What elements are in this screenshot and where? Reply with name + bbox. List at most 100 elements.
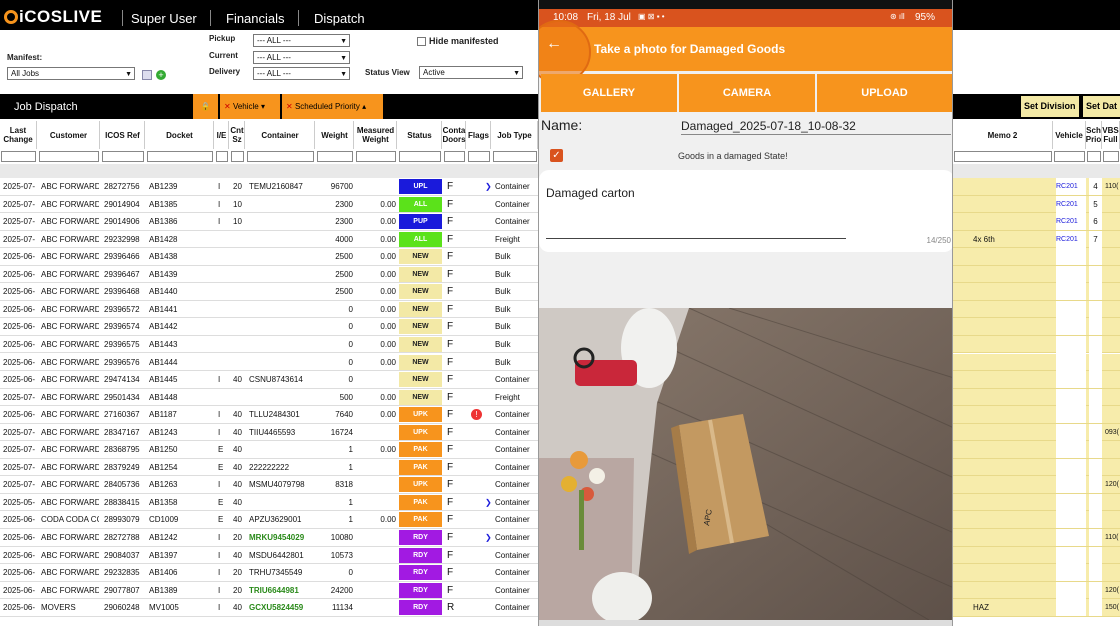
flag-arrow-icon[interactable]: ❯ — [485, 494, 492, 511]
table-row[interactable]: 2025-07- ABC FORWARDII 28272756 AB1239 I 20 TE… — [0, 178, 538, 196]
col-filter-container[interactable] — [247, 151, 314, 162]
col-header-ie[interactable]: I/E — [215, 121, 229, 149]
status-badge[interactable]: NEW — [399, 389, 442, 405]
table-row-right[interactable]: HAZ 150( — [953, 599, 1120, 617]
status-badge[interactable]: RDY — [399, 565, 442, 581]
table-row[interactable]: 2025-07- ABC FORWARDII 28379249 AB1254 E 40 22… — [0, 459, 538, 477]
col-header-vehicle[interactable]: Vehicle — [1053, 121, 1086, 149]
col-filter-ie[interactable] — [216, 151, 228, 162]
status-badge[interactable]: PAK — [399, 442, 442, 458]
col-header-last-change[interactable]: Last Change — [0, 121, 37, 149]
status-badge[interactable]: NEW — [399, 249, 442, 265]
col-header-sch-prio[interactable]: Sch Prio — [1086, 121, 1102, 149]
status-badge[interactable]: UPK — [399, 407, 442, 423]
status-badge[interactable]: ALL — [399, 196, 442, 212]
add-icon[interactable]: + — [156, 70, 166, 80]
lock-icon[interactable]: 🔒 — [193, 94, 218, 119]
table-row[interactable]: 2025-06- ABC FORWARDII 29474134 AB1445 I 40 CS… — [0, 371, 538, 389]
table-row[interactable]: 2025-06- ABC FORWARDII 27160367 AB1187 I 40 TL… — [0, 406, 538, 424]
table-row-right[interactable] — [953, 335, 1120, 354]
table-row-right[interactable]: 120( — [953, 476, 1120, 494]
table-row-right[interactable] — [953, 318, 1120, 336]
col-header-flags[interactable]: Flags — [467, 121, 491, 149]
status-badge[interactable]: PAK — [399, 512, 442, 528]
table-row-right[interactable] — [953, 371, 1120, 389]
col-filter-job-type[interactable] — [493, 151, 537, 162]
table-row-right[interactable] — [953, 546, 1120, 565]
col-filter-status[interactable] — [399, 151, 441, 162]
col-filter-sch-prio[interactable] — [1087, 151, 1101, 162]
delivery-select[interactable]: --- ALL --- ▼ — [253, 67, 350, 80]
status-badge[interactable]: PAK — [399, 459, 442, 475]
table-row-right[interactable] — [953, 248, 1120, 266]
set-date-button[interactable]: Set Dat — [1083, 96, 1120, 117]
table-row-right[interactable]: 4x 6th RC201 7 — [953, 230, 1120, 249]
table-row[interactable]: 2025-06- ABC FORWARDII 28272788 AB1242 I 20 MR… — [0, 529, 538, 547]
table-row-right[interactable]: 093( — [953, 423, 1120, 442]
col-header-weight[interactable]: Weight — [316, 121, 354, 149]
table-row[interactable]: 2025-06- ABC FORWARDII 29396575 AB1443 0 0.00… — [0, 336, 538, 354]
table-row-right[interactable] — [953, 406, 1120, 424]
col-filter-vehicle[interactable] — [1054, 151, 1085, 162]
col-header-docket[interactable]: Docket — [146, 121, 214, 149]
alert-flag-icon[interactable]: ! — [471, 406, 482, 423]
app-logo[interactable]: iCOSLIVE — [4, 7, 102, 27]
col-header-job-type[interactable]: Job Type — [492, 121, 538, 149]
status-badge[interactable]: UPK — [399, 477, 442, 493]
status-badge[interactable]: NEW — [399, 301, 442, 317]
col-header-vbs-full[interactable]: VBS Full — [1102, 121, 1120, 149]
table-row-right[interactable]: 120( — [953, 581, 1120, 600]
table-row-right[interactable] — [953, 265, 1120, 284]
table-row[interactable]: 2025-06- ABC FORWARDII 29396468 AB1440 2500 0… — [0, 283, 538, 301]
table-row[interactable]: 2025-06- ABC FORWARDII 29077807 AB1389 I 20 TR… — [0, 582, 538, 600]
status-badge[interactable]: NEW — [399, 372, 442, 388]
table-row[interactable]: 2025-06- ABC FORWARDII 29396467 AB1439 2500 0… — [0, 266, 538, 284]
col-filter-weight[interactable] — [317, 151, 353, 162]
table-row-right[interactable] — [953, 511, 1120, 529]
nav-financials[interactable]: Financials — [226, 11, 285, 26]
table-row[interactable]: 2025-07- ABC FORWARDII 29232998 AB1428 4000 0… — [0, 231, 538, 249]
table-row-right[interactable] — [953, 353, 1120, 371]
table-row-right[interactable]: 110( — [953, 529, 1120, 547]
camera-button[interactable]: CAMERA — [679, 74, 815, 112]
status-badge[interactable]: NEW — [399, 354, 442, 370]
table-row-right[interactable] — [953, 300, 1120, 319]
nav-super-user[interactable]: Super User — [131, 11, 197, 26]
table-row[interactable]: 2025-06- ABC FORWARDII 29232835 AB1406 I 20 TR… — [0, 564, 538, 582]
table-row[interactable]: 2025-06- CODA CODA COI 28993079 CD1009 E 40 AP… — [0, 511, 538, 529]
hide-manifested-checkbox[interactable] — [417, 37, 426, 46]
table-row[interactable]: 2025-05- ABC FORWARDII 28838415 AB1358 E 40 1 P… — [0, 494, 538, 512]
table-row-right[interactable] — [953, 564, 1120, 582]
table-row-right[interactable] — [953, 493, 1120, 512]
col-filter-cnt-sz[interactable] — [231, 151, 244, 162]
col-filter-vbs-full[interactable] — [1103, 151, 1119, 162]
col-filter-flags[interactable] — [468, 151, 490, 162]
flag-arrow-icon[interactable]: ❯ — [485, 529, 492, 546]
table-row[interactable]: 2025-07- ABC FORWARDII 29501434 AB1448 500 0.… — [0, 389, 538, 407]
col-filter-icos-ref[interactable] — [102, 151, 144, 162]
table-row[interactable]: 2025-06- ABC FORWARDII 29396576 AB1444 0 0.00… — [0, 354, 538, 371]
col-filter-measured-weight[interactable] — [356, 151, 396, 162]
col-header-cnt-sz[interactable]: Cnt Sz — [230, 121, 245, 149]
flag-arrow-icon[interactable]: ❯ — [485, 178, 492, 195]
status-badge[interactable]: NEW — [399, 336, 442, 352]
upload-button[interactable]: UPLOAD — [817, 74, 952, 112]
vehicle-sort-button[interactable]: ✕ Vehicle ▾ — [220, 94, 280, 119]
col-header-status[interactable]: Status — [398, 121, 442, 149]
table-row[interactable]: 2025-06- MOVERS 29060248 MV1005 I 40 GCXU58244… — [0, 599, 538, 617]
status-badge[interactable]: RDY — [399, 547, 442, 563]
table-row[interactable]: 2025-06- ABC FORWARDII 29084037 AB1397 I 40 MS… — [0, 547, 538, 565]
table-row[interactable]: 2025-07- ABC FORWARDII 28347167 AB1243 I 40 TI… — [0, 424, 538, 442]
manifest-select[interactable]: All Jobs ▼ — [7, 67, 135, 80]
col-header-container[interactable]: Container — [246, 121, 315, 149]
table-row[interactable]: 2025-07- ABC FORWARDII 28368795 AB1250 E 40 1 0… — [0, 441, 538, 459]
current-select[interactable]: --- ALL --- ▼ — [253, 51, 350, 64]
col-filter-customer[interactable] — [39, 151, 99, 162]
table-row[interactable]: 2025-06- ABC FORWARDII 29396572 AB1441 0 0.00… — [0, 301, 538, 319]
status-badge[interactable]: RDY — [399, 600, 442, 616]
note-textarea[interactable]: Damaged carton — [546, 186, 635, 200]
col-header-customer[interactable]: Customer — [38, 121, 100, 149]
nav-dispatch[interactable]: Dispatch — [314, 11, 365, 26]
col-filter-last-change[interactable] — [1, 151, 36, 162]
status-badge[interactable]: ALL — [399, 231, 442, 247]
